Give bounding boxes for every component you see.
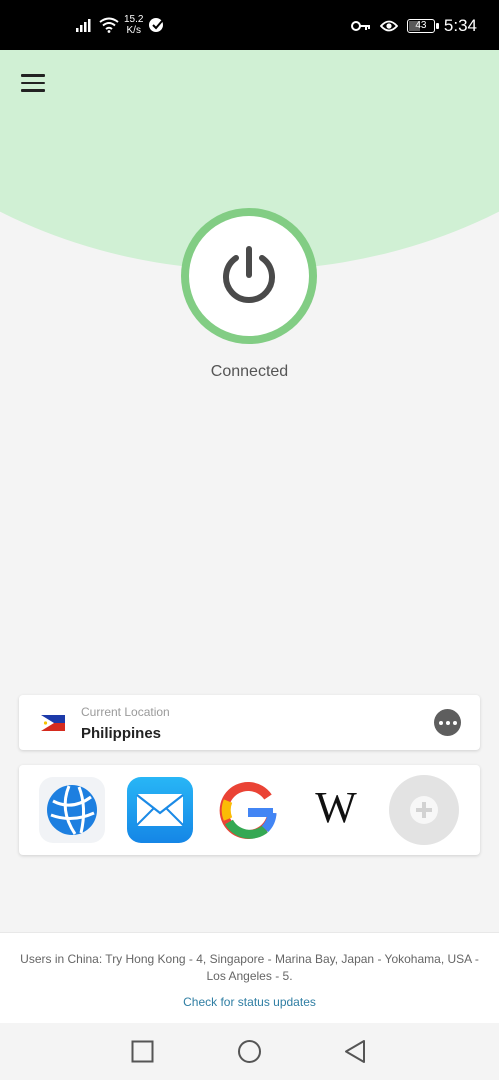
svg-text:W: W: [315, 783, 357, 832]
vpn-main-screen: Connected Current Location Philippines W…: [0, 50, 499, 1023]
square-recents-icon[interactable]: [131, 1040, 154, 1063]
status-bar-left: 15.2 K/s: [76, 14, 166, 36]
circle-home-icon[interactable]: [237, 1039, 262, 1064]
vpn-app-notification-icon: [149, 18, 164, 32]
power-button-face: [189, 216, 309, 336]
wikipedia-icon[interactable]: W: [303, 777, 369, 843]
speed-value: 15.2: [124, 14, 144, 25]
battery-icon: 43: [406, 19, 439, 33]
location-picker[interactable]: Current Location Philippines: [19, 695, 480, 750]
clock: 5:34: [443, 16, 477, 35]
location-value: Philippines: [81, 725, 162, 742]
speed-unit: K/s: [126, 25, 141, 36]
hamburger-menu-icon[interactable]: [21, 74, 45, 92]
vpn-key-icon: [350, 21, 370, 31]
add-shortcut-button[interactable]: [389, 775, 459, 845]
eye-icon: [379, 20, 398, 32]
status-bar-right: 43 5:34: [350, 16, 477, 36]
system-navigation-bar: [0, 1023, 499, 1080]
network-speed: 15.2 K/s: [124, 14, 143, 36]
battery-level: 43: [415, 20, 427, 31]
mail-icon[interactable]: [127, 777, 193, 843]
triangle-back-icon[interactable]: [343, 1039, 367, 1064]
philippines-flag: [41, 715, 65, 731]
google-icon[interactable]: [215, 777, 281, 843]
location-label: Current Location: [81, 705, 170, 719]
signal-icon: [76, 19, 91, 32]
wifi-icon: [99, 17, 119, 33]
status-updates-link[interactable]: Check for status updates: [0, 995, 499, 1009]
power-button[interactable]: [181, 208, 317, 344]
power-icon: [223, 246, 275, 303]
connection-status: Connected: [210, 363, 289, 380]
footer-notice: Users in China: Try Hong Kong - 4, Singa…: [0, 932, 499, 1023]
status-bar: 15.2 K/s 43 5:34: [0, 0, 499, 50]
add-icon: [410, 796, 438, 824]
shortcuts-bar: W: [19, 765, 480, 855]
china-users-notice: Users in China: Try Hong Kong - 4, Singa…: [20, 952, 479, 983]
globe-icon[interactable]: [39, 777, 105, 843]
more-options-icon[interactable]: [434, 709, 461, 736]
